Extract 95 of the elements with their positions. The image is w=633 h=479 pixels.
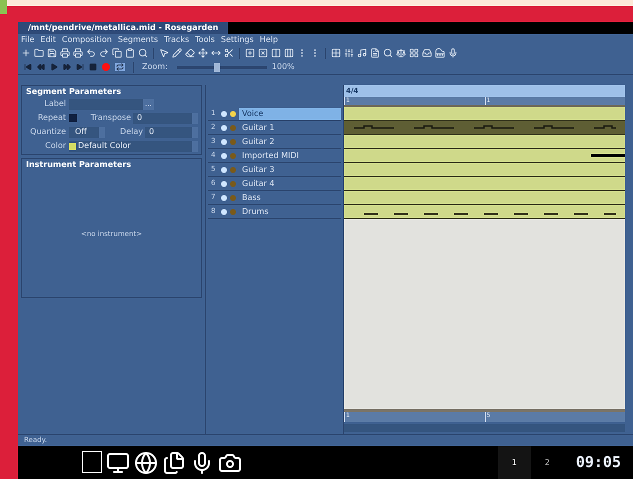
delay-spinbox[interactable]: 0: [145, 126, 198, 138]
menu-item[interactable]: Help: [260, 34, 278, 46]
monitor-icon[interactable]: [106, 450, 130, 474]
play-icon[interactable]: [50, 63, 58, 71]
track-name: Guitar 3: [241, 164, 276, 176]
columns-icon[interactable]: [271, 48, 281, 58]
fast-forward-icon[interactable]: [63, 63, 71, 71]
files-icon[interactable]: [162, 450, 186, 474]
new-icon[interactable]: [21, 48, 31, 58]
scale-icon[interactable]: [396, 48, 406, 58]
track-name: Drums: [241, 206, 270, 218]
copy-icon[interactable]: [112, 48, 122, 58]
track-name: Imported MIDI: [241, 150, 300, 162]
save-icon[interactable]: [47, 48, 57, 58]
field-label: Transpose: [90, 112, 131, 124]
menu-item[interactable]: File: [21, 34, 34, 46]
menu-item[interactable]: Edit: [40, 34, 56, 46]
menu-item[interactable]: Tracks: [164, 34, 190, 46]
menu-item[interactable]: Composition: [62, 34, 112, 46]
track-name: Bass: [241, 192, 262, 204]
skip-forward-icon[interactable]: [76, 63, 84, 71]
resize-icon[interactable]: [211, 48, 221, 58]
horizontal-scrollbar[interactable]: [344, 424, 625, 432]
pointer-icon[interactable]: [159, 48, 169, 58]
field-label: Repeat: [36, 112, 66, 124]
field-label: Label: [43, 98, 66, 110]
tray-icon[interactable]: [422, 48, 432, 58]
piano-icon[interactable]: [435, 48, 445, 58]
record-light[interactable]: [230, 110, 236, 116]
menu-item[interactable]: Segments: [118, 34, 158, 46]
mute-light[interactable]: [221, 194, 227, 200]
mixer-icon[interactable]: [344, 48, 354, 58]
mute-light[interactable]: [221, 138, 227, 144]
clock: 09:05: [574, 452, 622, 474]
panel-title: Segment Parameters: [25, 86, 122, 98]
printer-icon[interactable]: [60, 48, 70, 58]
color-dropdown[interactable]: Default Color: [69, 140, 198, 152]
track-name: Guitar 4: [241, 178, 276, 190]
segment[interactable]: [344, 149, 625, 163]
columns-icon[interactable]: [284, 48, 294, 58]
redo-icon[interactable]: [99, 48, 109, 58]
transpose-spinbox[interactable]: 0: [133, 112, 198, 124]
menu-item[interactable]: Tools: [195, 34, 215, 46]
pencil-icon[interactable]: [172, 48, 182, 58]
undo-icon[interactable]: [86, 48, 96, 58]
delete-segment-icon[interactable]: [258, 48, 268, 58]
mute-light[interactable]: [221, 110, 227, 116]
scissors-icon[interactable]: [224, 48, 234, 58]
mute-light[interactable]: [221, 166, 227, 172]
repeat-checkbox[interactable]: [69, 114, 77, 122]
rewind-icon[interactable]: [37, 63, 45, 71]
eraser-icon[interactable]: [185, 48, 195, 58]
paste-icon[interactable]: [125, 48, 135, 58]
segment[interactable]: [344, 177, 625, 191]
note-icon[interactable]: [357, 48, 367, 58]
segment[interactable]: [344, 191, 625, 205]
mute-light[interactable]: [221, 180, 227, 186]
search-icon[interactable]: [383, 48, 393, 58]
zoom-reading: 100%: [272, 61, 295, 73]
document-icon[interactable]: [370, 48, 380, 58]
add-segment-icon[interactable]: [245, 48, 255, 58]
label-field[interactable]: [69, 98, 143, 110]
stop-icon[interactable]: [89, 63, 97, 71]
zoom-slider-thumb[interactable]: [214, 62, 220, 72]
mute-light[interactable]: [221, 152, 227, 158]
track-name: Voice: [239, 108, 341, 120]
move-icon[interactable]: [198, 48, 208, 58]
zoom-label: Zoom:: [142, 61, 168, 73]
window-title: /mnt/pendrive/metallica.mid - Rosegarden: [27, 22, 220, 34]
corner-square: [0, 0, 7, 14]
segment[interactable]: [344, 135, 625, 149]
field-label: Color: [44, 140, 66, 152]
loop-button[interactable]: [115, 63, 125, 71]
skip-back-icon[interactable]: [24, 63, 32, 71]
segment[interactable]: [344, 107, 625, 121]
search-icon[interactable]: [138, 48, 148, 58]
grid-icon[interactable]: [409, 48, 419, 58]
desktop-switch[interactable]: 1: [498, 446, 531, 479]
printer-icon[interactable]: [73, 48, 83, 58]
track-name: Guitar 1: [241, 122, 276, 134]
segment[interactable]: [344, 163, 625, 177]
color-value: Default Color: [78, 140, 131, 152]
mute-light[interactable]: [221, 124, 227, 130]
globe-icon[interactable]: [134, 450, 158, 474]
folder-icon[interactable]: [34, 48, 44, 58]
track-name: Guitar 2: [241, 136, 276, 148]
menu-item[interactable]: Settings: [220, 34, 254, 46]
quantize-dropdown[interactable]: Off: [69, 126, 105, 138]
segment[interactable]: [344, 205, 625, 219]
note-event: [591, 154, 625, 157]
grid-icon[interactable]: [331, 48, 341, 58]
panel-title: Instrument Parameters: [25, 159, 132, 171]
mute-light[interactable]: [221, 208, 227, 214]
field-label: Delay: [119, 126, 143, 138]
field-label: Quantize: [29, 126, 66, 138]
